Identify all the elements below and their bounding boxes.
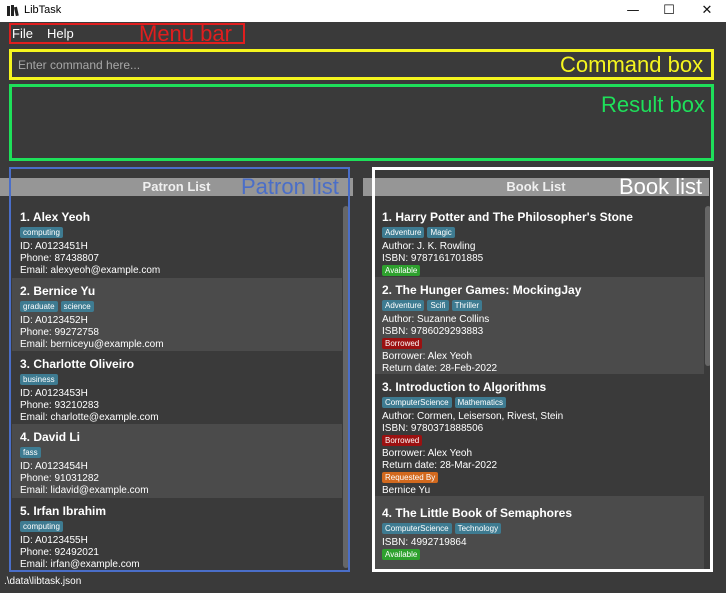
book-status-badge: Borrowed xyxy=(382,435,423,446)
book-card[interactable]: 2. The Hunger Games: MockingJay Adventure… xyxy=(374,277,704,374)
patron-id: ID: A0123452H xyxy=(20,315,88,326)
book-author: Author: Cormen, Leiserson, Rivest, Stein xyxy=(382,411,564,422)
patron-id: ID: A0123453H xyxy=(20,388,88,399)
book-status-badge: Borrowed xyxy=(382,338,423,349)
patron-email: Email: irfan@example.com xyxy=(20,559,140,570)
patron-name: 4. David Li xyxy=(20,430,81,444)
book-requested-badge: Requested By xyxy=(382,472,439,483)
patron-tags: computing xyxy=(20,227,342,240)
book-borrower: Borrower: Alex Yeoh xyxy=(382,351,473,362)
window-title: LibTask xyxy=(24,4,62,16)
book-tag: ComputerScience xyxy=(382,397,452,408)
book-list-panel[interactable]: 1. Harry Potter and The Philosopher's St… xyxy=(374,204,704,570)
patron-phone: Phone: 91031282 xyxy=(20,473,99,484)
book-title: 1. Harry Potter and The Philosopher's St… xyxy=(382,210,633,224)
storage-path: .\data\libtask.json xyxy=(0,574,726,593)
patron-email: Email: alexyeoh@example.com xyxy=(20,265,161,276)
patron-card[interactable]: 5. Irfan Ibrahim computing ID: A0123455H Ph… xyxy=(12,498,342,570)
book-author: Author: J. K. Rowling xyxy=(382,241,476,252)
book-tag: ComputerScience xyxy=(382,523,452,534)
patron-tag: science xyxy=(60,301,94,312)
patron-name: 5. Irfan Ibrahim xyxy=(20,504,107,518)
patron-tag: computing xyxy=(20,227,63,238)
patron-email: Email: berniceyu@example.com xyxy=(20,339,164,350)
book-isbn: ISBN: 9786029293883 xyxy=(382,326,484,337)
close-button[interactable]: ✕ xyxy=(690,0,724,22)
book-card[interactable]: 4. The Little Book of Semaphores Computer… xyxy=(374,496,704,570)
patron-id: ID: A0123454H xyxy=(20,461,88,472)
book-tags: ComputerScience Mathematics xyxy=(382,397,704,410)
patron-list-scrollbar[interactable] xyxy=(343,206,349,568)
menu-help[interactable]: Help xyxy=(47,26,74,41)
book-tag: Thriller xyxy=(451,300,483,311)
patron-tags: computing xyxy=(20,521,342,534)
book-author: Author: Suzanne Collins xyxy=(382,314,490,325)
book-tag: Mathematics xyxy=(454,397,506,408)
patron-phone: Phone: 93210283 xyxy=(20,400,99,411)
book-tag: Adventure xyxy=(382,300,425,311)
patron-id: ID: A0123455H xyxy=(20,535,88,546)
patron-tags: fass xyxy=(20,447,342,460)
maximize-button[interactable]: ☐ xyxy=(652,0,686,22)
patron-list-annotation-label: Patron list xyxy=(241,174,339,199)
result-box-annotation-label: Result box xyxy=(601,92,705,117)
patron-id: ID: A0123451H xyxy=(20,241,88,252)
minimize-button[interactable]: — xyxy=(616,0,650,22)
patron-tag: fass xyxy=(20,447,41,458)
book-tag: Technology xyxy=(454,523,502,534)
patron-name: 3. Charlotte Oliveiro xyxy=(20,357,135,371)
patron-card[interactable]: 1. Alex Yeoh computing ID: A0123451H Phone:… xyxy=(12,204,342,278)
title-bar: LibTask — ☐ ✕ xyxy=(0,0,726,22)
patron-card[interactable]: 3. Charlotte Oliveiro business ID: A012345… xyxy=(12,351,342,424)
patron-phone: Phone: 92492021 xyxy=(20,547,99,558)
book-tag: Scifi xyxy=(427,300,449,311)
book-tags: ComputerScience Technology xyxy=(382,523,704,536)
book-isbn: ISBN: 4992719864 xyxy=(382,537,467,548)
menu-bar-annotation-label: Menu bar xyxy=(139,21,232,46)
libtask-app-icon xyxy=(7,5,19,17)
patron-phone: Phone: 87438807 xyxy=(20,253,99,264)
book-status-row: Borrowed xyxy=(382,435,704,448)
menu-bar: File Help xyxy=(0,22,726,46)
patron-tag: business xyxy=(20,374,58,385)
book-borrower: Borrower: Alex Yeoh xyxy=(382,448,473,459)
book-status-row: Borrowed xyxy=(382,338,704,351)
patron-tags: business xyxy=(20,374,342,387)
book-title: 4. The Little Book of Semaphores xyxy=(382,506,573,520)
book-isbn: ISBN: 9780371888506 xyxy=(382,423,484,434)
command-box-annotation-label: Command box xyxy=(560,52,704,77)
patron-card[interactable]: 4. David Li fass ID: A0123454H Phone: 91031… xyxy=(12,424,342,498)
book-status-row: Available xyxy=(382,549,704,562)
patron-tags: graduate science xyxy=(20,301,342,314)
patron-phone: Phone: 99272758 xyxy=(20,327,99,338)
book-tags: Adventure Scifi Thriller xyxy=(382,300,704,313)
book-tag: Adventure xyxy=(382,227,425,238)
book-title: 3. Introduction to Algorithms xyxy=(382,380,547,394)
book-list-scrollbar[interactable] xyxy=(705,206,711,366)
book-status-badge: Available xyxy=(382,549,421,560)
patron-list-panel[interactable]: 1. Alex Yeoh computing ID: A0123451H Phone:… xyxy=(12,204,342,570)
book-card[interactable]: 3. Introduction to Algorithms ComputerSci… xyxy=(374,374,704,496)
book-request-row: Requested By xyxy=(382,472,704,485)
patron-card[interactable]: 2. Bernice Yu graduate science ID: A0123452… xyxy=(12,278,342,351)
book-tag: Magic xyxy=(427,227,455,238)
patron-name: 2. Bernice Yu xyxy=(20,284,96,298)
book-title: 2. The Hunger Games: MockingJay xyxy=(382,283,582,297)
patron-tag: graduate xyxy=(20,301,58,312)
book-tags: Adventure Magic xyxy=(382,227,704,240)
book-return-date: Return date: 28-Mar-2022 xyxy=(382,460,498,471)
book-isbn: ISBN: 9787161701885 xyxy=(382,253,484,264)
patron-email: Email: charlotte@example.com xyxy=(20,412,159,423)
book-status-badge: Available xyxy=(382,265,421,276)
book-card[interactable]: 1. Harry Potter and The Philosopher's St… xyxy=(374,204,704,277)
patron-name: 1. Alex Yeoh xyxy=(20,210,91,224)
menu-file[interactable]: File xyxy=(12,26,33,41)
patron-tag: computing xyxy=(20,521,63,532)
patron-email: Email: lidavid@example.com xyxy=(20,485,149,496)
book-list-annotation-label: Book list xyxy=(619,174,703,199)
